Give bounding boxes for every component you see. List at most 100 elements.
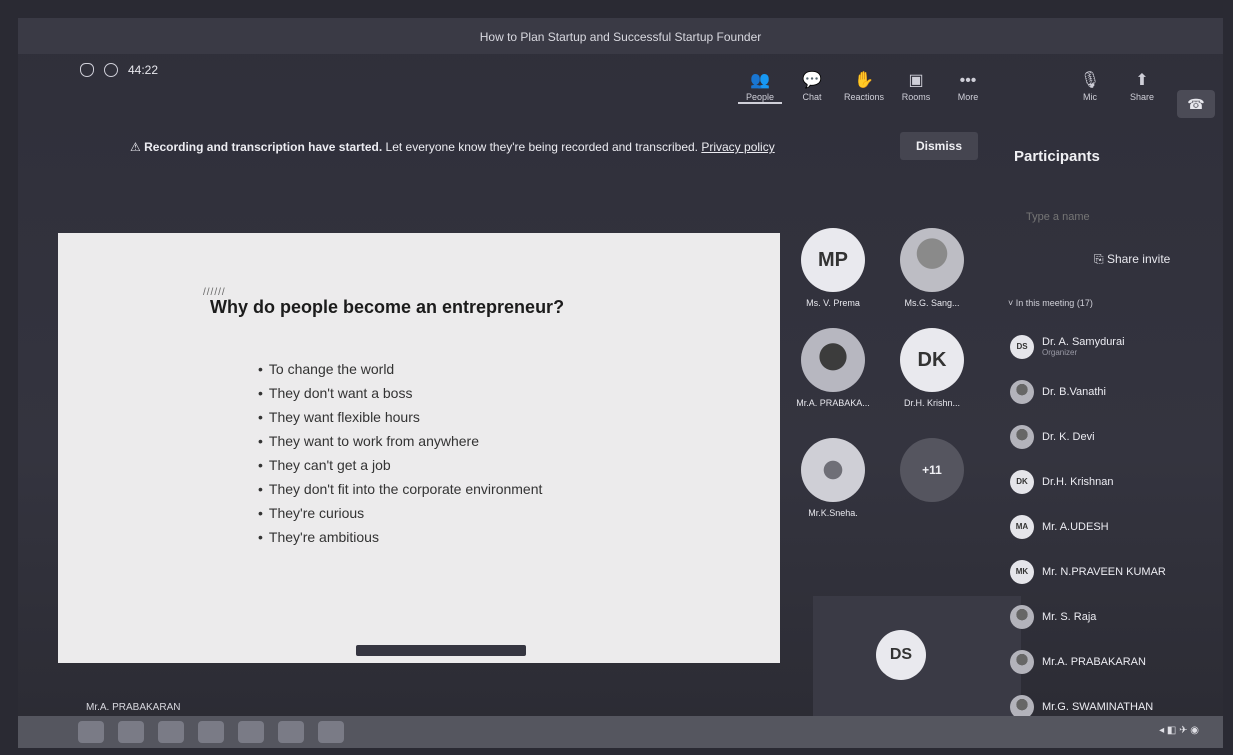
dismiss-button[interactable]: Dismiss: [900, 132, 978, 160]
list-item[interactable]: Dr. B.Vanathi: [1010, 369, 1166, 414]
list-item[interactable]: Mr. S. Raja: [1010, 594, 1166, 639]
slide-bullet: They're curious: [258, 501, 542, 525]
list-item[interactable]: MK Mr. N.PRAVEEN KUMAR: [1010, 549, 1166, 594]
avatar: MA: [1010, 514, 1034, 539]
rooms-button[interactable]: ▣ Rooms: [894, 70, 938, 104]
presentation-control-bar[interactable]: [356, 645, 526, 656]
teams-icon[interactable]: [278, 721, 304, 743]
avatar: [801, 328, 865, 392]
participant-tile[interactable]: DK Dr.H. Krishn...: [892, 328, 972, 408]
participant-tile[interactable]: MP Ms. V. Prema: [793, 228, 873, 308]
share-icon: ⬆: [1135, 72, 1149, 89]
tile-name: Dr.H. Krishn...: [903, 398, 960, 408]
participant-name: Dr.H. Krishnan: [1042, 475, 1114, 488]
browser-icon[interactable]: [118, 721, 144, 743]
share-button[interactable]: ⬆ Share: [1120, 70, 1164, 104]
recording-banner: ⚠ Recording and transcription have start…: [130, 140, 775, 154]
list-item[interactable]: DK Dr.H. Krishnan: [1010, 459, 1166, 504]
avatar: [900, 228, 964, 292]
title-bar: How to Plan Startup and Successful Start…: [18, 18, 1223, 54]
chevron-down-icon: ˅: [1008, 298, 1014, 308]
avatar: [1010, 604, 1034, 629]
participant-name: Mr. S. Raja: [1042, 610, 1097, 623]
folder-icon[interactable]: [158, 721, 184, 743]
more-icon: •••: [959, 72, 977, 89]
banner-bold-text: Recording and transcription have started…: [144, 140, 383, 154]
taskbar: ◂ ◧ ✈ ◉: [18, 716, 1223, 748]
list-item[interactable]: Mr.A. PRABAKARAN: [1010, 639, 1166, 684]
participant-name: Dr. K. Devi: [1042, 430, 1095, 443]
more-participants-tile[interactable]: +11: [892, 438, 972, 508]
in-meeting-header[interactable]: ˅ In this meeting (17): [1008, 298, 1093, 308]
share-icon: ⎘: [1094, 252, 1104, 266]
start-icon[interactable]: [78, 721, 104, 743]
rooms-icon: ▣: [908, 72, 924, 89]
meeting-info: 44:22: [80, 63, 158, 77]
info-icon[interactable]: [104, 63, 118, 77]
avatar: DS: [1010, 334, 1034, 359]
slide-bullet: They don't fit into the corporate enviro…: [258, 477, 543, 501]
presenter-name: Mr.A. PRABAKARAN: [86, 702, 181, 713]
avatar: MP: [801, 228, 865, 292]
mic-icon: 🎙: [1079, 72, 1101, 89]
slide-bullet: They want to work from anywhere: [258, 429, 542, 453]
banner-text: Let everyone know they're being recorded…: [385, 140, 698, 154]
reactions-button[interactable]: ✋ Reactions: [842, 70, 886, 104]
slide-bullets: To change the world They don't want a bo…: [258, 357, 543, 549]
search-input[interactable]: [1024, 210, 1178, 224]
participant-name: Dr. B.Vanathi: [1042, 385, 1106, 398]
participant-tile[interactable]: Mr.K.Sneha.: [793, 438, 873, 518]
shared-slide: ////// Why do people become an entrepren…: [58, 233, 780, 663]
avatar: [1010, 649, 1034, 674]
list-item[interactable]: MA Mr. A.UDESH: [1010, 504, 1166, 549]
share-invite-label: Share invite: [1106, 252, 1171, 266]
avatar: [1010, 424, 1034, 449]
meeting-timer: 44:22: [128, 63, 159, 77]
avatar: [801, 438, 865, 502]
warning-icon: ⚠: [130, 140, 141, 154]
avatar: DK: [900, 328, 964, 392]
mic-button[interactable]: 🎙 Mic: [1068, 70, 1112, 104]
slide-bullet: They don't want a boss: [258, 381, 542, 405]
participant-name: Mr.A. PRABAKARAN: [1042, 655, 1146, 668]
chrome-icon[interactable]: [238, 721, 264, 743]
people-label: People: [745, 92, 775, 102]
list-item[interactable]: DS Dr. A. Samydurai Organizer: [1010, 324, 1166, 369]
chat-button[interactable]: 💬 Chat: [790, 70, 834, 104]
window-title: How to Plan Startup and Successful Start…: [479, 30, 762, 44]
system-tray[interactable]: ◂ ◧ ✈ ◉: [1159, 725, 1199, 736]
participant-name: Mr. A.UDESH: [1042, 520, 1109, 533]
more-count: +11: [900, 438, 964, 502]
avatar: [1010, 379, 1034, 404]
phone-icon: ☎: [1187, 96, 1205, 112]
avatar: [1010, 694, 1034, 719]
participant-name: Mr. N.PRAVEEN KUMAR: [1042, 565, 1166, 578]
participant-role: Organizer: [1042, 348, 1078, 357]
shield-icon[interactable]: [80, 63, 94, 77]
rooms-label: Rooms: [901, 92, 931, 102]
app-icon[interactable]: [318, 721, 344, 743]
avatar: DK: [1010, 469, 1034, 494]
reactions-icon: ✋: [854, 72, 874, 89]
meeting-toolbar: 👥 People 💬 Chat ✋ Reactions ▣ Rooms ••• …: [738, 70, 1164, 104]
participant-tile[interactable]: Ms.G. Sang...: [892, 228, 972, 308]
reactions-label: Reactions: [843, 92, 885, 102]
slide-bullet: To change the world: [258, 357, 542, 381]
tile-name: Ms. V. Prema: [806, 298, 860, 308]
share-label: Share: [1129, 92, 1155, 102]
media-icon[interactable]: [198, 721, 224, 743]
people-button[interactable]: 👥 People: [738, 70, 782, 104]
participant-list: DS Dr. A. Samydurai Organizer Dr. B.Vanat…: [1010, 324, 1166, 729]
participant-name: Mr.G. SWAMINATHAN: [1042, 700, 1154, 713]
participant-tile[interactable]: Mr.A. PRABAKA...: [793, 328, 873, 408]
privacy-policy-link[interactable]: Privacy policy: [701, 140, 774, 154]
share-invite-button[interactable]: ⎘ Share invite: [1094, 252, 1170, 267]
meeting-window: How to Plan Startup and Successful Start…: [18, 18, 1223, 748]
slide-title: Why do people become an entrepreneur?: [210, 297, 565, 317]
avatar[interactable]: DS: [876, 630, 926, 680]
tile-name: Mr.K.Sneha.: [808, 508, 858, 518]
more-label: More: [957, 92, 979, 102]
list-item[interactable]: Dr. K. Devi: [1010, 414, 1166, 459]
leave-button[interactable]: ☎: [1177, 90, 1215, 118]
more-button[interactable]: ••• More: [946, 70, 990, 104]
